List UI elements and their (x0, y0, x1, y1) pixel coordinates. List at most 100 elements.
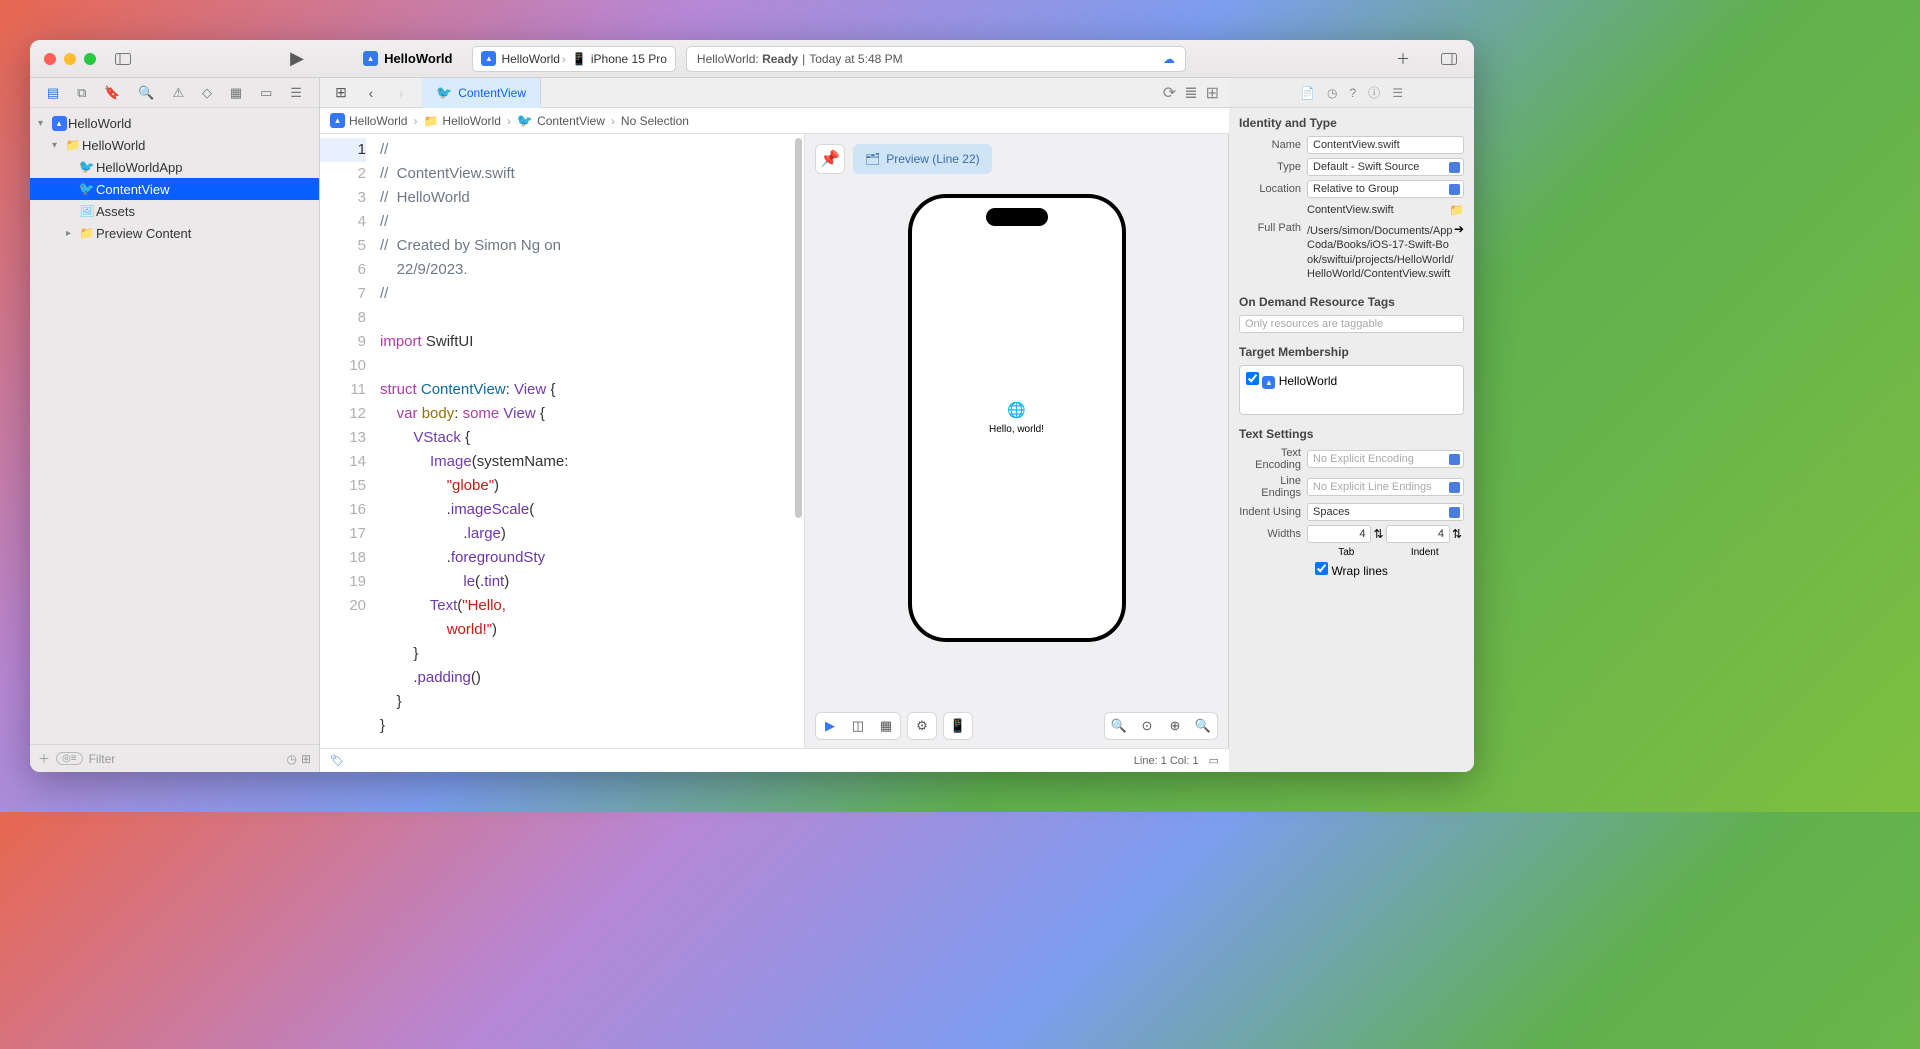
target-membership-box: ▴ HelloWorld (1239, 365, 1464, 415)
run-button[interactable]: ▶ (284, 46, 310, 72)
device-icon: 📱 (572, 52, 587, 66)
toggle-inspector-icon[interactable] (1436, 46, 1462, 72)
orientation-button[interactable]: 📱 (944, 718, 972, 734)
scrollbar[interactable] (795, 138, 802, 518)
reveal-icon[interactable]: ➔ (1454, 222, 1464, 236)
location-select[interactable]: Relative to Group (1307, 180, 1464, 198)
file-helloworldapp[interactable]: 🐦 HelloWorldApp (30, 156, 319, 178)
device-screen[interactable]: 🌐 Hello, world! (912, 198, 1122, 638)
source-editor[interactable]: 1234567891011121314151617181920 //// Con… (320, 134, 804, 748)
tab-width-field[interactable]: 4 (1307, 525, 1371, 543)
zoom-out-button[interactable]: 🔍 (1105, 718, 1133, 734)
file-contentview[interactable]: 🐦 ContentView (30, 178, 319, 200)
source-control-icon[interactable]: ⧉ (77, 85, 86, 101)
variants-button[interactable]: ▦ (872, 718, 900, 734)
target-checkbox[interactable] (1246, 372, 1259, 385)
scheme-selector[interactable]: ▴ HelloWorld (363, 51, 452, 66)
folder-preview-content[interactable]: ▸📁 Preview Content (30, 222, 319, 244)
minimap-toggle-icon[interactable]: ▭ (1209, 754, 1219, 767)
recent-icon[interactable]: ◷ (286, 752, 296, 766)
file-label: HelloWorldApp (96, 160, 182, 175)
wrap-lines-checkbox[interactable]: Wrap lines (1315, 562, 1388, 578)
jumpbar-project[interactable]: HelloWorld (349, 114, 407, 128)
project-root[interactable]: ▾▴ HelloWorld (30, 112, 319, 134)
jump-bar[interactable]: ▴ HelloWorld› 📁 HelloWorld› 🐦 ContentVie… (320, 108, 1229, 134)
indent-width-field[interactable]: 4 (1386, 525, 1450, 543)
canvas-preview: 📌 🗂 Preview (Line 22) 🌐 Hello, world! (804, 134, 1229, 748)
file-type-select[interactable]: Default - Swift Source (1307, 158, 1464, 176)
help-inspector-icon[interactable]: ? (1349, 86, 1356, 100)
group-folder[interactable]: ▾📁 HelloWorld (30, 134, 319, 156)
bookmark-icon[interactable]: 🔖 (104, 85, 120, 101)
file-name-field[interactable]: ContentView.swift (1307, 136, 1464, 154)
find-icon[interactable]: 🔍 (138, 85, 154, 101)
zoom-in-button[interactable]: 🔍 (1189, 718, 1217, 734)
code-content[interactable]: //// ContentView.swift// HelloWorld//// … (376, 134, 804, 748)
tag-icon[interactable]: 🏷 (330, 754, 344, 767)
folder-icon: 📁 (423, 114, 438, 128)
status-time: Today at 5:48 PM (809, 52, 902, 66)
tab-contentview[interactable]: 🐦 ContentView (422, 78, 541, 108)
minimize-window[interactable] (64, 53, 76, 65)
issue-icon[interactable]: ⚠ (172, 85, 184, 101)
scm-icon[interactable]: ⊞ (301, 752, 311, 766)
jumpbar-group[interactable]: HelloWorld (442, 114, 500, 128)
jumpbar-selection[interactable]: No Selection (621, 114, 689, 128)
preview-selector[interactable]: 🗂 Preview (Line 22) (853, 144, 992, 174)
test-icon[interactable]: ◇ (202, 85, 212, 101)
editor-statusbar: 🏷 Line: 1 Col: 1 ▭ (320, 748, 1229, 772)
debug-icon[interactable]: ▦ (230, 85, 242, 101)
indent-sublabel: Indent (1386, 547, 1465, 558)
selectable-button[interactable]: ◫ (844, 718, 872, 734)
tab-sublabel: Tab (1307, 547, 1386, 558)
line-gutter: 1234567891011121314151617181920 (320, 134, 376, 748)
titlebar: ▶ ▴ HelloWorld ▴ HelloWorld › 📱 iPhone 1… (30, 40, 1474, 78)
add-icon[interactable]: ＋ (38, 750, 50, 767)
target-checkbox-row[interactable]: ▴ HelloWorld (1246, 374, 1337, 388)
encoding-select[interactable]: No Explicit Encoding (1307, 450, 1464, 468)
filter-scope[interactable]: ◎≡ (56, 752, 83, 765)
related-items-icon[interactable]: ⊞ (328, 80, 354, 106)
device-settings-button[interactable]: ⚙ (908, 718, 936, 734)
scheme-dropdown[interactable]: ▴ HelloWorld › 📱 iPhone 15 Pro (472, 46, 675, 72)
endings-select[interactable]: No Explicit Line Endings (1307, 478, 1464, 496)
device-frame: 🌐 Hello, world! (908, 194, 1126, 642)
library-button[interactable]: ＋ (1390, 46, 1416, 72)
breakpoint-icon[interactable]: ▭ (260, 85, 272, 101)
status-app: HelloWorld: (697, 52, 759, 66)
zoom-actual-button[interactable]: ⊕ (1161, 718, 1189, 734)
tab-label: ContentView (458, 86, 526, 100)
close-window[interactable] (44, 53, 56, 65)
indent-select[interactable]: Spaces (1307, 503, 1464, 521)
attributes-inspector-icon[interactable]: ☰ (1392, 86, 1403, 100)
dynamic-island (986, 208, 1048, 226)
zoom-fit-button[interactable]: ⊙ (1133, 718, 1161, 734)
refresh-icon[interactable]: ⟳ (1163, 83, 1176, 103)
back-button[interactable]: ‹ (358, 80, 384, 106)
report-icon[interactable]: ☰ (290, 85, 302, 101)
group-label: HelloWorld (82, 138, 145, 153)
live-preview-button[interactable]: ▶ (816, 718, 844, 734)
folder-picker-icon[interactable]: 📁 (1449, 203, 1464, 217)
identity-inspector-icon[interactable]: ⓘ (1368, 84, 1380, 101)
project-navigator-icon[interactable]: ▤ (47, 85, 59, 101)
zoom-window[interactable] (84, 53, 96, 65)
file-assets[interactable]: 🖼 Assets (30, 200, 319, 222)
folder-label: Preview Content (96, 226, 191, 241)
file-label: Assets (96, 204, 135, 219)
jumpbar-file[interactable]: ContentView (537, 114, 605, 128)
navigator-filter[interactable]: ＋ ◎≡ Filter ◷ ⊞ (30, 744, 319, 772)
add-editor-icon[interactable]: ⊞ (1206, 83, 1219, 103)
widths-label: Widths (1239, 528, 1307, 540)
pin-preview-button[interactable]: 📌 (815, 144, 845, 174)
editor-options-icon[interactable]: ≣ (1184, 83, 1197, 103)
history-inspector-icon[interactable]: ◷ (1327, 86, 1337, 100)
activity-viewer[interactable]: HelloWorld: Ready | Today at 5:48 PM ☁︎ (686, 46, 1186, 72)
toggle-navigator-icon[interactable] (110, 46, 136, 72)
xcode-window: ▶ ▴ HelloWorld ▴ HelloWorld › 📱 iPhone 1… (30, 40, 1474, 772)
inspector-selector: 📄 ◷ ? ⓘ ☰ (1229, 78, 1474, 108)
preview-label: Preview (Line 22) (886, 152, 979, 166)
file-inspector-icon[interactable]: 📄 (1300, 86, 1315, 100)
forward-button[interactable]: › (388, 80, 414, 106)
filter-input[interactable]: Filter (89, 752, 116, 766)
